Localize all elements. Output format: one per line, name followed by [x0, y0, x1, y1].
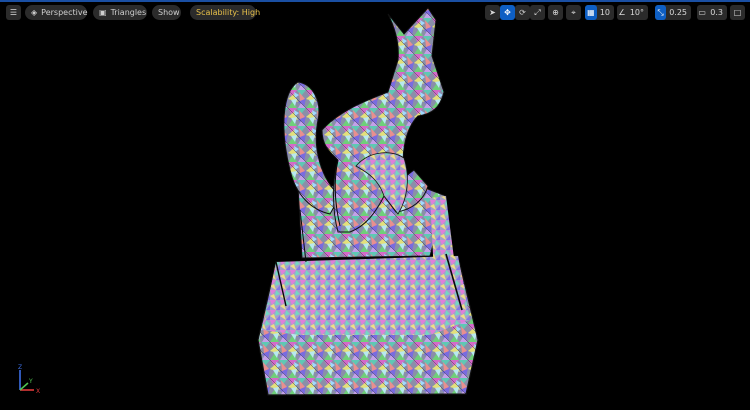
triangles-icon: ▣: [99, 8, 107, 17]
maximize-icon: □: [733, 8, 742, 17]
grid-snap-group[interactable]: ▦ 10: [585, 5, 614, 20]
surface-snap-icon: ⌖: [571, 8, 576, 17]
rotate-tool-button[interactable]: ⟳: [515, 5, 530, 20]
select-tool-button[interactable]: ➤: [485, 5, 500, 20]
maximize-viewport-button[interactable]: □: [730, 5, 745, 20]
angle-icon[interactable]: ∠: [617, 5, 627, 20]
axis-gizmo: Z X Y: [18, 364, 40, 395]
angle-snap-group[interactable]: ∠ 10°: [617, 5, 648, 20]
show-button[interactable]: Show: [152, 5, 181, 20]
angle-snap-value[interactable]: 10°: [630, 5, 644, 20]
grid-snap-value[interactable]: 10: [600, 5, 610, 20]
camera-speed-group[interactable]: ▭ 0.3: [697, 5, 727, 20]
hamburger-icon: ☰: [9, 8, 18, 17]
y-axis-line: [19, 382, 29, 391]
cube-icon: ◈: [31, 8, 38, 17]
move-icon: ✥: [504, 8, 511, 17]
perspective-button[interactable]: ◈ Perspective: [25, 5, 88, 20]
cursor-icon: ➤: [489, 8, 496, 17]
rotate-icon: ⟳: [519, 8, 526, 17]
scale-snap-group[interactable]: ⤡ 0.25: [655, 5, 691, 20]
scale-snap-value[interactable]: 0.25: [669, 5, 687, 20]
scalability-label: Scalability: High: [196, 8, 261, 17]
x-axis-label: X: [36, 388, 40, 395]
coordinate-system-button[interactable]: ⊕: [548, 5, 563, 20]
camera-icon[interactable]: ▭: [697, 5, 707, 20]
statue-mesh: [257, 7, 479, 396]
scale-tool-button[interactable]: ⤢: [530, 5, 545, 20]
surface-snapping-button[interactable]: ⌖: [566, 5, 581, 20]
level-viewport[interactable]: ☰ ◈ Perspective ▣ Triangles Show Scalabi…: [0, 0, 750, 410]
view-mode-label: Triangles: [110, 8, 147, 17]
scale-snap-icon[interactable]: ⤡: [655, 5, 667, 20]
z-axis-label: Z: [18, 364, 22, 371]
scalability-button[interactable]: Scalability: High: [190, 5, 260, 20]
show-label: Show: [158, 8, 180, 17]
y-axis-label: Y: [28, 378, 33, 385]
scale-icon: ⤢: [534, 8, 541, 17]
viewport-options-button[interactable]: ☰: [6, 5, 21, 20]
view-mode-button[interactable]: ▣ Triangles: [93, 5, 147, 20]
globe-icon: ⊕: [552, 8, 559, 17]
perspective-label: Perspective: [41, 8, 88, 17]
grid-icon[interactable]: ▦: [585, 5, 597, 20]
camera-speed-value[interactable]: 0.3: [710, 5, 723, 20]
translate-tool-button[interactable]: ✥: [500, 5, 515, 20]
